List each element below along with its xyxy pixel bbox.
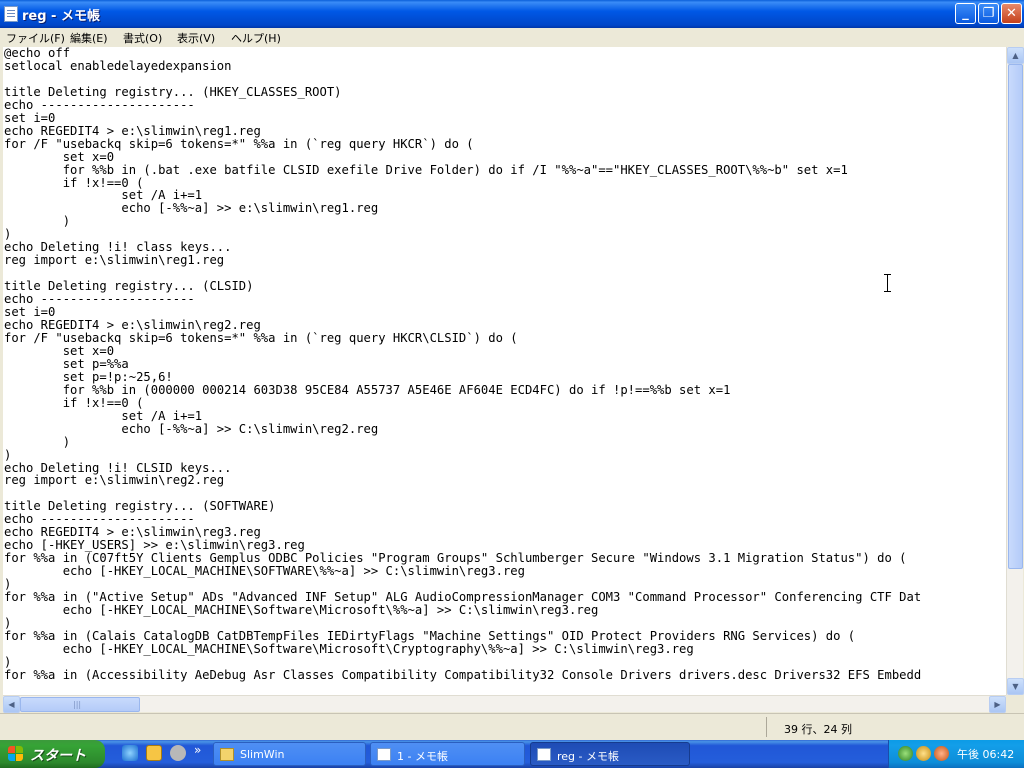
- media-player-icon[interactable]: [170, 745, 186, 761]
- title-bar[interactable]: reg - メモ帳 _ ❐ ✕: [0, 0, 1024, 28]
- menu-file[interactable]: ファイル(F): [6, 30, 65, 46]
- scroll-left-button[interactable]: ◀: [3, 696, 20, 713]
- scrollbar-corner: [1006, 695, 1023, 712]
- notepad-icon: [537, 748, 551, 761]
- horizontal-scrollbar[interactable]: ◀ ▶: [3, 695, 1006, 713]
- menu-format[interactable]: 書式(O): [123, 30, 162, 46]
- editor-content[interactable]: @echo off setlocal enabledelayedexpansio…: [3, 47, 1006, 682]
- taskbar-button-label: 1 - メモ帳: [397, 750, 448, 763]
- close-button[interactable]: ✕: [1001, 3, 1022, 24]
- ibeam-cursor-icon: [884, 274, 892, 292]
- notepad-app-icon[interactable]: [4, 6, 18, 22]
- show-desktop-icon[interactable]: [146, 745, 162, 761]
- scroll-down-button[interactable]: ▼: [1007, 678, 1024, 695]
- menu-bar: ファイル(F) 編集(E) 書式(O) 表示(V) ヘルプ(H): [0, 28, 1024, 46]
- start-button[interactable]: スタート: [0, 740, 105, 768]
- status-bar: 39 行、24 列: [0, 713, 1024, 740]
- notepad-window: reg - メモ帳 _ ❐ ✕ ファイル(F) 編集(E) 書式(O) 表示(V…: [0, 0, 1024, 740]
- menu-view[interactable]: 表示(V): [177, 30, 215, 46]
- scroll-right-button[interactable]: ▶: [989, 696, 1006, 713]
- taskbar-button-label: SlimWin: [240, 748, 285, 761]
- start-label: スタート: [30, 748, 86, 764]
- vertical-scroll-thumb[interactable]: [1008, 64, 1023, 569]
- cursor-position: 39 行、24 列: [784, 723, 852, 736]
- menu-help[interactable]: ヘルプ(H): [231, 30, 281, 46]
- taskbar-button-label: reg - メモ帳: [557, 750, 619, 763]
- quicklaunch-overflow-icon[interactable]: »: [194, 743, 201, 757]
- horizontal-scroll-thumb[interactable]: [20, 697, 140, 712]
- status-divider: [766, 717, 767, 737]
- taskbar-button-notepad-1[interactable]: 1 - メモ帳: [370, 742, 525, 766]
- vertical-scrollbar[interactable]: ▲ ▼: [1006, 47, 1024, 695]
- menu-edit[interactable]: 編集(E): [70, 30, 108, 46]
- clock[interactable]: 午後 06:42: [957, 746, 1014, 762]
- network-icon[interactable]: [898, 746, 913, 761]
- taskbar: スタート » SlimWin 1 - メモ帳 reg - メモ帳 午後 06:4…: [0, 740, 1024, 768]
- notepad-icon: [377, 748, 391, 761]
- window-title: reg - メモ帳: [22, 9, 100, 24]
- maximize-button[interactable]: ❐: [978, 3, 999, 24]
- search-icon[interactable]: [934, 746, 949, 761]
- text-editor[interactable]: @echo off setlocal enabledelayedexpansio…: [3, 47, 1006, 695]
- internet-explorer-icon[interactable]: [122, 745, 138, 761]
- scroll-up-button[interactable]: ▲: [1007, 47, 1024, 64]
- minimize-button[interactable]: _: [955, 3, 976, 24]
- taskbar-button-slimwin[interactable]: SlimWin: [213, 742, 366, 766]
- windows-logo-icon: [8, 746, 24, 762]
- security-icon[interactable]: [916, 746, 931, 761]
- system-tray: 午後 06:42: [888, 740, 1024, 768]
- taskbar-button-reg-notepad[interactable]: reg - メモ帳: [530, 742, 690, 766]
- folder-icon: [220, 748, 234, 761]
